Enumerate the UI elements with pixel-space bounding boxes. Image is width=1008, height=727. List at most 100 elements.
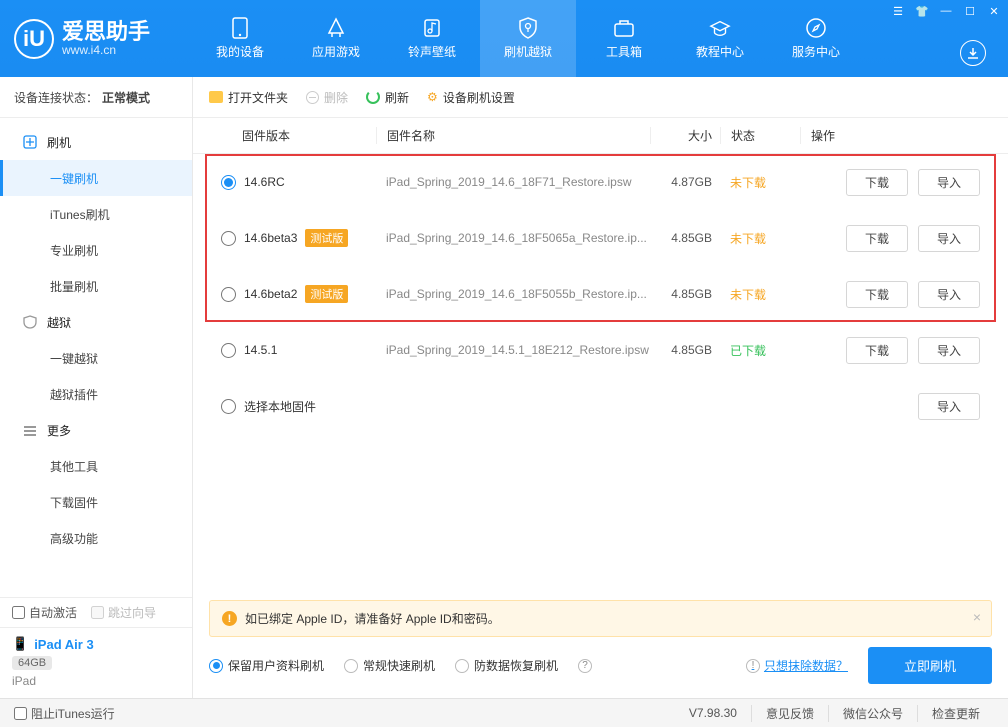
nav-ringtone[interactable]: 铃声壁纸 [384, 0, 480, 77]
folder-icon [209, 91, 223, 103]
delete-button[interactable]: 删除 [306, 89, 348, 106]
block-itunes-checkbox[interactable]: 阻止iTunes运行 [14, 705, 115, 722]
download-manager-button[interactable] [960, 40, 986, 66]
download-button[interactable]: 下载 [846, 337, 908, 364]
graduation-icon [709, 17, 731, 39]
sidebar-section-more[interactable]: 更多 [0, 412, 192, 448]
nav-flash-jailbreak[interactable]: 刷机越狱 [480, 0, 576, 77]
sidebar-item-advanced[interactable]: 高级功能 [0, 520, 192, 556]
sidebar-item-pro-flash[interactable]: 专业刷机 [0, 232, 192, 268]
shield-icon [517, 17, 539, 39]
update-link[interactable]: 检查更新 [917, 705, 994, 722]
col-version: 固件版本 [221, 127, 376, 144]
app-icon [325, 17, 347, 39]
music-icon [421, 17, 443, 39]
erase-data-link[interactable]: !只想抹除数据？ [746, 657, 848, 674]
opt-keep-data[interactable]: 保留用户资料刷机 [209, 657, 324, 674]
nav-tutorial[interactable]: 教程中心 [672, 0, 768, 77]
table-header: 固件版本 固件名称 大小 状态 操作 [193, 118, 1008, 154]
firmware-radio[interactable] [221, 175, 236, 190]
table-row: 14.5.1 iPad_Spring_2019_14.5.1_18E212_Re… [193, 322, 1008, 378]
nav-toolbox[interactable]: 工具箱 [576, 0, 672, 77]
jailbreak-icon [22, 315, 37, 330]
table-row: 14.6beta2测试版 iPad_Spring_2019_14.6_18F50… [193, 266, 1008, 322]
opt-normal-flash[interactable]: 常规快速刷机 [344, 657, 435, 674]
wechat-link[interactable]: 微信公众号 [828, 705, 917, 722]
table-row: 14.6RC iPad_Spring_2019_14.6_18F71_Resto… [193, 154, 1008, 210]
brand-sub: www.i4.cn [62, 43, 150, 57]
maximize-icon[interactable]: ☐ [962, 3, 978, 19]
beta-tag: 测试版 [305, 229, 348, 247]
sidebar-item-oneclick-jb[interactable]: 一键越狱 [0, 340, 192, 376]
content: 打开文件夹 删除 刷新 ⚙设备刷机设置 固件版本 固件名称 大小 状态 操作 1… [193, 77, 1008, 698]
delete-icon [306, 91, 319, 104]
firmware-radio[interactable] [221, 343, 236, 358]
import-button[interactable]: 导入 [918, 225, 980, 252]
firmware-radio[interactable] [221, 287, 236, 302]
flash-now-button[interactable]: 立即刷机 [868, 647, 992, 684]
app-header: iU 爱思助手 www.i4.cn 我的设备 应用游戏 铃声壁纸 刷机越狱 工具… [0, 0, 1008, 77]
sidebar-item-oneclick-flash[interactable]: 一键刷机 [0, 160, 192, 196]
firmware-radio[interactable] [221, 231, 236, 246]
download-button[interactable]: 下载 [846, 281, 908, 308]
statusbar: 阻止iTunes运行 V7.98.30 意见反馈 微信公众号 检查更新 [0, 698, 1008, 727]
col-status: 状态 [720, 127, 800, 144]
storage-badge: 64GB [12, 656, 52, 670]
sidebar-item-download-fw[interactable]: 下载固件 [0, 484, 192, 520]
col-ops: 操作 [800, 127, 980, 144]
device-card[interactable]: 📱iPad Air 3 64GB iPad [0, 627, 192, 698]
toolbar: 打开文件夹 删除 刷新 ⚙设备刷机设置 [193, 77, 1008, 118]
refresh-button[interactable]: 刷新 [366, 89, 409, 106]
close-icon[interactable]: ✕ [986, 3, 1002, 19]
phone-icon [229, 17, 251, 39]
nav-my-device[interactable]: 我的设备 [192, 0, 288, 77]
sidebar-item-itunes-flash[interactable]: iTunes刷机 [0, 196, 192, 232]
titlebar-buttons: ☰ 👕 — ☐ ✕ [890, 3, 1002, 19]
sidebar-section-jailbreak[interactable]: 越狱 [0, 304, 192, 340]
notice-close-button[interactable]: × [973, 609, 981, 625]
firmware-radio[interactable] [221, 399, 236, 414]
toolbox-icon [613, 17, 635, 39]
import-button[interactable]: 导入 [918, 281, 980, 308]
table-row: 14.6beta3测试版 iPad_Spring_2019_14.6_18F50… [193, 210, 1008, 266]
sidebar: 设备连接状态：正常模式 刷机 一键刷机 iTunes刷机 专业刷机 批量刷机 越… [0, 77, 193, 698]
brand-title: 爱思助手 [62, 21, 150, 43]
flash-options-bar: 保留用户资料刷机 常规快速刷机 防数据恢复刷机 ? !只想抹除数据？ 立即刷机 [209, 647, 992, 684]
firmware-table: 14.6RC iPad_Spring_2019_14.6_18F71_Resto… [193, 154, 1008, 434]
beta-tag: 测试版 [305, 285, 348, 303]
skin-icon[interactable]: 👕 [914, 3, 930, 19]
sidebar-section-flash[interactable]: 刷机 [0, 124, 192, 160]
sidebar-item-other-tools[interactable]: 其他工具 [0, 448, 192, 484]
device-phone-icon: 📱 [12, 636, 28, 652]
nav-apps[interactable]: 应用游戏 [288, 0, 384, 77]
minimize-icon[interactable]: — [938, 3, 954, 19]
feedback-link[interactable]: 意见反馈 [751, 705, 828, 722]
info-icon: ! [746, 659, 760, 673]
menu-icon[interactable]: ☰ [890, 3, 906, 19]
open-folder-button[interactable]: 打开文件夹 [209, 89, 288, 106]
nav-service[interactable]: 服务中心 [768, 0, 864, 77]
logo-icon: iU [14, 19, 54, 59]
col-name: 固件名称 [376, 127, 650, 144]
more-icon [22, 423, 37, 438]
download-button[interactable]: 下载 [846, 225, 908, 252]
import-button[interactable]: 导入 [918, 337, 980, 364]
help-icon[interactable]: ? [578, 659, 592, 673]
skip-guide-checkbox[interactable]: 跳过向导 [91, 604, 156, 621]
settings-button[interactable]: ⚙设备刷机设置 [427, 89, 515, 106]
opt-anti-recover[interactable]: 防数据恢复刷机 [455, 657, 558, 674]
import-button[interactable]: 导入 [918, 169, 980, 196]
notice-bar: ! 如已绑定 Apple ID，请准备好 Apple ID和密码。 × [209, 600, 992, 637]
sidebar-item-batch-flash[interactable]: 批量刷机 [0, 268, 192, 304]
auto-activate-checkbox[interactable]: 自动激活 [12, 604, 77, 621]
warning-icon: ! [222, 611, 237, 626]
import-button[interactable]: 导入 [918, 393, 980, 420]
sidebar-item-jb-plugin[interactable]: 越狱插件 [0, 376, 192, 412]
connection-status: 设备连接状态：正常模式 [0, 77, 192, 118]
version-label[interactable]: V7.98.30 [675, 706, 751, 720]
refresh-icon [366, 90, 380, 104]
compass-icon [805, 17, 827, 39]
col-size: 大小 [650, 127, 720, 144]
flash-icon [22, 135, 37, 150]
download-button[interactable]: 下载 [846, 169, 908, 196]
